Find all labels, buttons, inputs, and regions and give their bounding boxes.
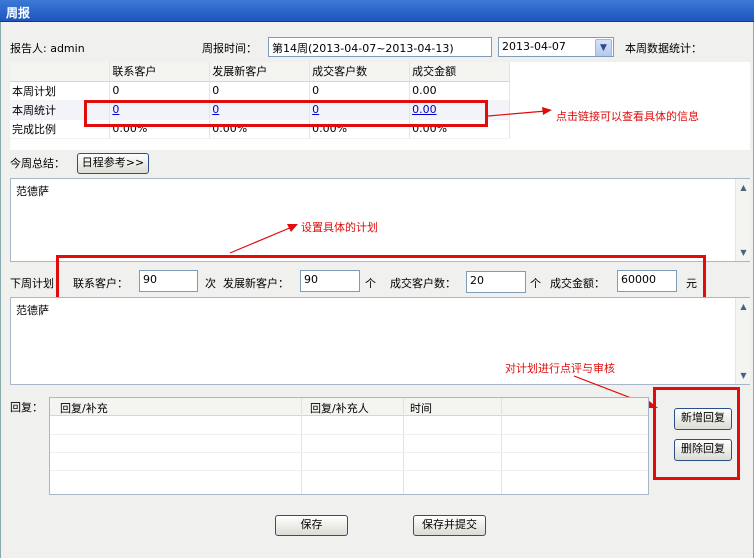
scroll-down-icon[interactable]: ▼ [737, 246, 750, 259]
reply-buttons-highlight-box [653, 387, 740, 480]
stats-cell: 0 [209, 81, 311, 101]
summary-textarea[interactable]: 范德萨 [10, 178, 750, 262]
reply-grid: 回复/补充 回复/补充人 时间 [49, 397, 649, 495]
arrow-icon [229, 224, 298, 254]
week-field[interactable]: 第14周(2013-04-07~2013-04-13) [268, 37, 492, 57]
weekly-stats-label: 本周数据统计： [625, 42, 702, 55]
delete-reply-button[interactable]: 删除回复 [674, 439, 732, 461]
stats-cell: 0 [109, 81, 211, 101]
date-select[interactable]: 2013-04-07 ▼ [498, 37, 614, 57]
reply-col-author: 回复/补充人 [310, 402, 369, 415]
date-select-value: 2013-04-07 [502, 40, 566, 53]
links-highlight-box [84, 100, 488, 127]
scroll-up-icon[interactable]: ▲ [737, 300, 750, 313]
grid-divider [501, 398, 502, 494]
stats-col-deals: 成交客户数 [309, 62, 411, 82]
reply-col-time: 时间 [410, 402, 432, 415]
schedule-reference-button[interactable]: 日程参考>> [77, 153, 149, 174]
stats-col-new: 发展新客户 [209, 62, 311, 82]
links-annotation: 点击链接可以查看具体的信息 [556, 110, 699, 123]
stats-col-amount: 成交金额 [409, 62, 510, 82]
reply-grid-header: 回复/补充 回复/补充人 时间 [50, 398, 648, 416]
grid-divider [50, 452, 648, 453]
grid-divider [403, 398, 404, 494]
window-titlebar[interactable]: 周报 [0, 0, 754, 22]
save-button[interactable]: 保存 [275, 515, 348, 536]
window-title: 周报 [6, 6, 31, 20]
plan-text: 范德萨 [16, 304, 49, 317]
summary-scrollbar[interactable]: ▲ ▼ [735, 179, 750, 261]
scroll-down-icon[interactable]: ▼ [737, 369, 750, 382]
plan-annotation: 设置具体的计划 [301, 221, 378, 234]
reporter-label: 报告人: admin [10, 42, 85, 55]
grid-divider [50, 434, 648, 435]
arrow-icon [487, 107, 552, 117]
chevron-down-icon[interactable]: ▼ [595, 39, 612, 56]
plan-scrollbar[interactable]: ▲ ▼ [735, 298, 750, 384]
grid-divider [50, 470, 648, 471]
add-reply-button[interactable]: 新增回复 [674, 408, 732, 430]
stats-col-contact: 联系客户 [109, 62, 211, 82]
stats-corner-header [10, 62, 111, 82]
grid-divider [301, 398, 302, 494]
stats-cell: 0 [309, 81, 411, 101]
report-time-label: 周报时间： [202, 42, 257, 55]
scroll-up-icon[interactable]: ▲ [737, 181, 750, 194]
reply-label: 回复： [10, 401, 43, 414]
stats-row-label: 本周计划 [10, 81, 111, 101]
summary-text: 范德萨 [16, 185, 49, 198]
reply-col-content: 回复/补充 [60, 402, 108, 415]
summary-label: 今周总结： [10, 157, 65, 170]
stats-cell: 0.00 [409, 81, 510, 101]
save-submit-button[interactable]: 保存并提交 [413, 515, 486, 536]
stats-row-plan: 本周计划 0 0 0 0.00 [10, 81, 510, 101]
